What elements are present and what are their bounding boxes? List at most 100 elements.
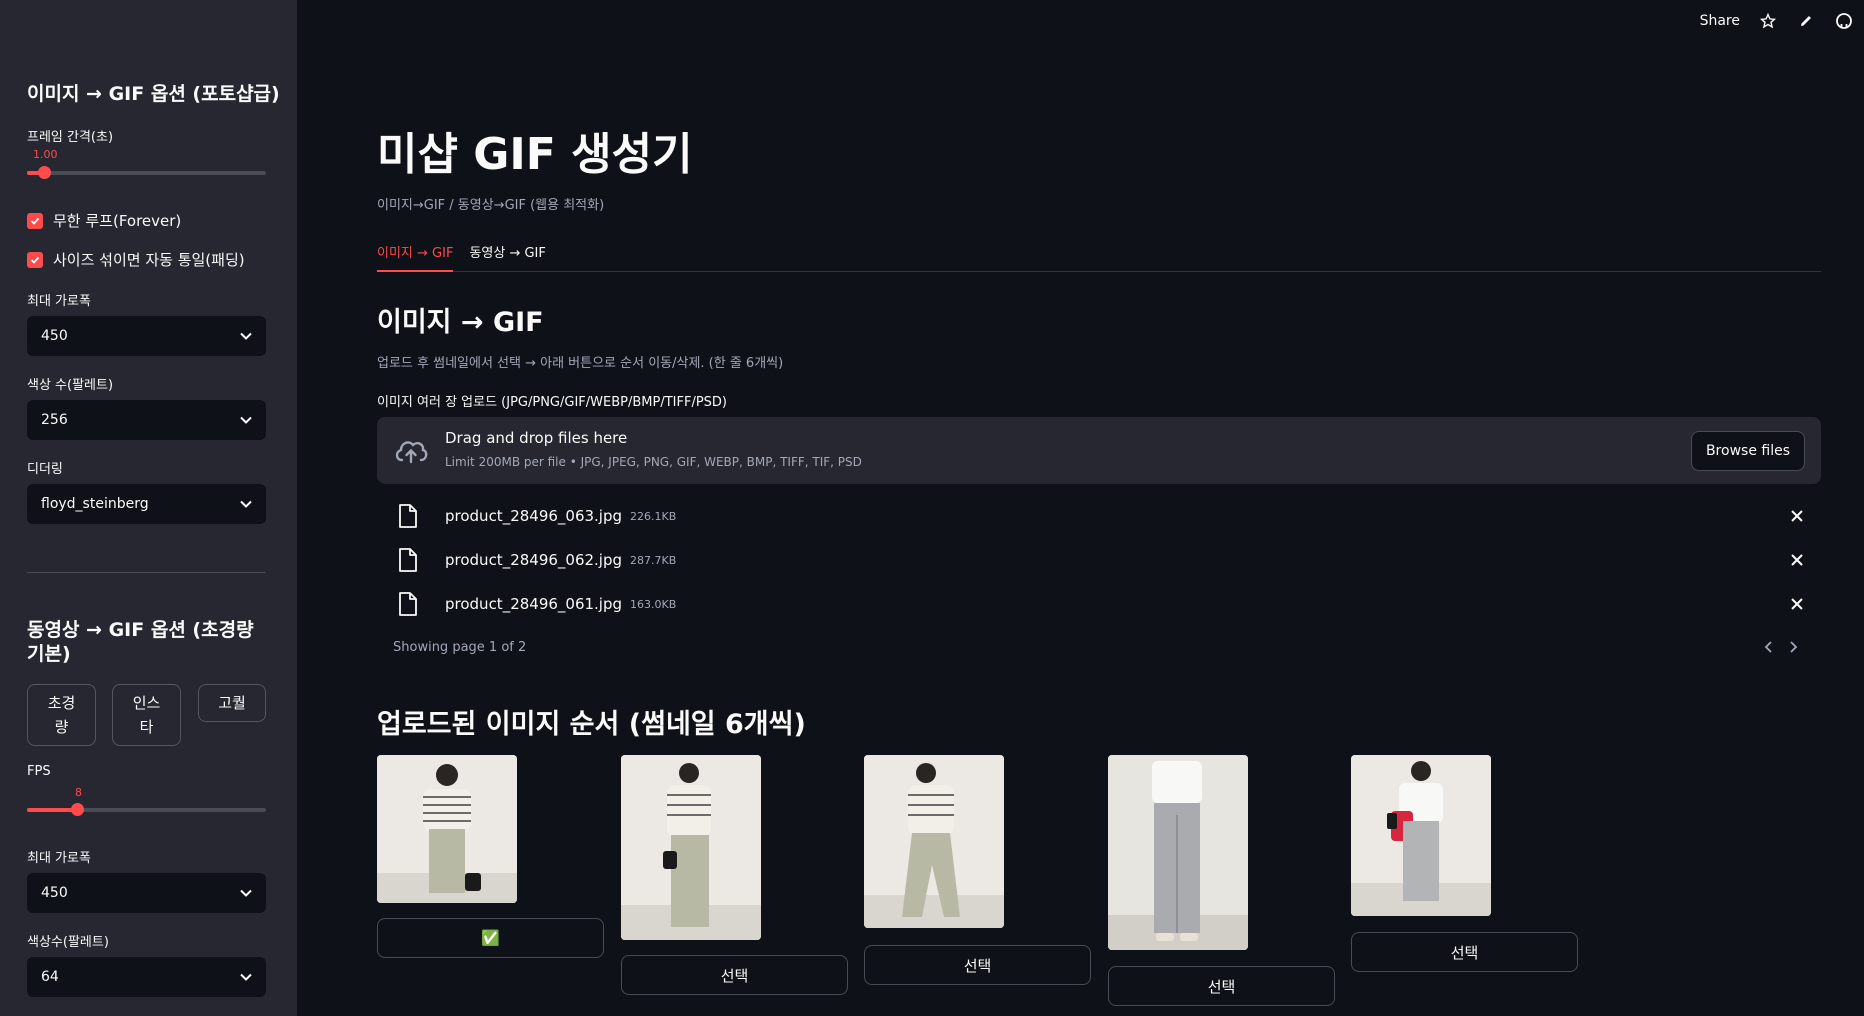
video-max-width-select[interactable]: 450	[27, 873, 266, 913]
file-row: product_28496_063.jpg 226.1KB	[377, 494, 1821, 538]
thumbnail-image	[1108, 755, 1248, 950]
product-photo	[1108, 755, 1248, 950]
select-label: 선택	[720, 966, 749, 985]
pad-label: 사이즈 섞이면 자동 통일(패딩)	[53, 251, 245, 269]
preset-hq-button[interactable]: 고퀄	[198, 684, 266, 722]
chevron-down-icon	[240, 332, 252, 340]
video-max-width-label: 최대 가로폭	[27, 851, 91, 866]
file-icon	[399, 504, 417, 528]
select-button[interactable]: 선택	[1108, 966, 1335, 1006]
video-max-width-value: 450	[41, 885, 68, 901]
colors-value: 256	[41, 412, 68, 428]
cloud-upload-icon	[395, 441, 428, 464]
page-caption: 이미지→GIF / 동영상→GIF (웹용 최적화)	[377, 198, 605, 213]
dither-label: 디더링	[27, 462, 63, 477]
preset-ultralight-button[interactable]: 초경 량	[27, 684, 96, 746]
video-colors-select[interactable]: 64	[27, 957, 266, 997]
file-size: 226.1KB	[630, 509, 677, 523]
chevron-down-icon	[240, 973, 252, 981]
close-icon[interactable]	[1789, 508, 1805, 524]
browse-files-button[interactable]: Browse files	[1690, 431, 1805, 471]
product-photo	[1351, 755, 1491, 916]
chevron-down-icon	[240, 416, 252, 424]
max-width-select[interactable]: 450	[27, 316, 266, 356]
file-info: product_28496_061.jpg 163.0KB	[445, 582, 676, 626]
share-button[interactable]: Share	[1700, 13, 1740, 29]
check-icon	[30, 217, 40, 225]
selected-button[interactable]: ✅	[377, 918, 604, 958]
file-icon	[399, 592, 417, 616]
section-title: 이미지 → GIF	[377, 307, 544, 338]
frame-interval-label: 프레임 간격(초)	[27, 130, 114, 145]
star-icon[interactable]	[1758, 11, 1778, 31]
chevron-down-icon	[240, 500, 252, 508]
thumbnail-image	[621, 755, 761, 940]
fps-value: 8	[75, 786, 82, 799]
preset-ultralight-label: 초경 량	[47, 694, 76, 736]
file-row: product_28496_061.jpg 163.0KB	[377, 582, 1821, 626]
frame-interval-value: 1.00	[33, 148, 58, 161]
file-name: product_28496_063.jpg	[445, 507, 623, 525]
file-dropzone[interactable]: Drag and drop files here Limit 200MB per…	[377, 417, 1821, 484]
fps-fill	[27, 808, 78, 812]
pagination	[1763, 640, 1799, 654]
max-width-value: 450	[41, 328, 68, 344]
main-content: Share 미샵 GIF 생성기 이미지→GIF / 동영상→GIF (웹용 최…	[297, 0, 1864, 1016]
colors-select[interactable]: 256	[27, 400, 266, 440]
frame-interval-thumb[interactable]	[37, 166, 51, 179]
dither-value: floyd_steinberg	[41, 496, 149, 512]
video-colors-value: 64	[41, 969, 59, 985]
selected-check-icon: ✅	[481, 929, 500, 947]
fps-thumb[interactable]	[71, 803, 85, 816]
dropzone-limit: Limit 200MB per file • JPG, JPEG, PNG, G…	[445, 455, 862, 469]
page-title: 미샵 GIF 생성기	[377, 129, 693, 180]
dropzone-title: Drag and drop files here	[445, 429, 628, 447]
preset-hq-label: 고퀄	[218, 694, 246, 712]
section-description: 업로드 후 썸네일에서 선택 → 아래 버튼으로 순서 이동/삭제. (한 줄 …	[377, 356, 784, 371]
file-row: product_28496_062.jpg 287.7KB	[377, 538, 1821, 582]
dither-select[interactable]: floyd_steinberg	[27, 484, 266, 524]
tab-video-to-gif[interactable]: 동영상 → GIF	[469, 238, 545, 272]
max-width-label: 최대 가로폭	[27, 294, 91, 309]
top-toolbar: Share	[1700, 0, 1864, 42]
product-photo	[621, 755, 761, 940]
order-title: 업로드된 이미지 순서 (썸네일 6개씩)	[377, 709, 806, 740]
fps-label: FPS	[27, 764, 51, 779]
check-icon	[30, 256, 40, 264]
video-options-title: 동영상 → GIF 옵션 (초경량 기본)	[27, 619, 254, 665]
product-photo	[377, 755, 517, 903]
file-name: product_28496_062.jpg	[445, 551, 623, 569]
pad-checkbox-row[interactable]: 사이즈 섞이면 자동 통일(패딩)	[27, 249, 245, 270]
thumbnail-image	[864, 755, 1004, 928]
colors-label: 색상 수(팔레트)	[27, 378, 114, 393]
tab-image-to-gif[interactable]: 이미지 → GIF	[377, 238, 454, 272]
select-button[interactable]: 선택	[621, 955, 848, 995]
close-icon[interactable]	[1789, 596, 1805, 612]
file-info: product_28496_063.jpg 226.1KB	[445, 494, 676, 538]
select-label: 선택	[1450, 943, 1479, 962]
upload-label: 이미지 여러 장 업로드 (JPG/PNG/GIF/WEBP/BMP/TIFF/…	[377, 395, 727, 410]
file-name: product_28496_061.jpg	[445, 595, 623, 613]
image-options-title: 이미지 → GIF 옵션 (포토샵급)	[27, 83, 280, 105]
chevron-left-icon[interactable]	[1763, 640, 1775, 654]
file-info: product_28496_062.jpg 287.7KB	[445, 538, 676, 582]
tab-bar: 이미지 → GIF 동영상 → GIF	[377, 238, 1821, 272]
select-button[interactable]: 선택	[1351, 932, 1578, 972]
frame-interval-slider[interactable]	[27, 166, 266, 179]
github-icon[interactable]	[1834, 11, 1854, 31]
loop-checkbox-row[interactable]: 무한 루프(Forever)	[27, 210, 181, 231]
file-size: 163.0KB	[630, 597, 677, 611]
close-icon[interactable]	[1789, 552, 1805, 568]
chevron-right-icon[interactable]	[1787, 640, 1799, 654]
loop-checkbox[interactable]	[27, 212, 43, 229]
chevron-down-icon	[240, 889, 252, 897]
fps-slider[interactable]	[27, 803, 266, 816]
preset-insta-button[interactable]: 인스 타	[112, 684, 181, 746]
video-colors-label: 색상수(팔레트)	[27, 935, 109, 950]
select-button[interactable]: 선택	[864, 945, 1091, 985]
pencil-icon[interactable]	[1796, 11, 1816, 31]
sidebar: 이미지 → GIF 옵션 (포토샵급) 프레임 간격(초) 1.00 무한 루프…	[0, 0, 297, 1016]
file-icon	[399, 548, 417, 572]
pad-checkbox[interactable]	[27, 251, 43, 268]
file-size: 287.7KB	[630, 553, 677, 567]
